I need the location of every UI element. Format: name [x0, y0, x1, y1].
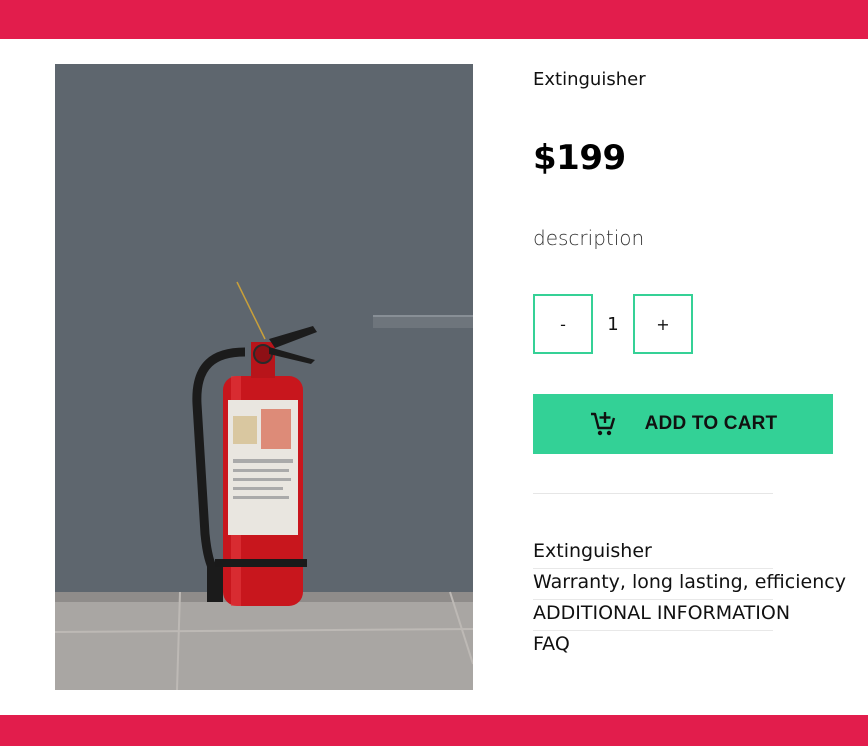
divider: [533, 493, 773, 494]
meta-item-features: Warranty, long lasting, efficiency: [533, 569, 846, 600]
add-to-cart-button[interactable]: ADD TO CART: [533, 394, 833, 454]
cart-plus-icon: [589, 410, 617, 438]
product-description: description: [533, 226, 645, 250]
meta-item-faq[interactable]: FAQ: [533, 631, 773, 662]
quantity-decrease-button[interactable]: -: [533, 294, 593, 354]
add-to-cart-label: ADD TO CART: [644, 413, 778, 434]
footer-bar: [0, 715, 868, 746]
product-title: Extinguisher: [533, 69, 646, 90]
meta-item-additional-information[interactable]: ADDITIONAL INFORMATION: [533, 600, 790, 631]
product-price: $199: [533, 138, 626, 178]
meta-item-category: Extinguisher: [533, 538, 773, 569]
product-meta-list: Extinguisher Warranty, long lasting, eff…: [533, 538, 846, 662]
product-image: [55, 64, 473, 690]
quantity-increase-button[interactable]: +: [633, 294, 693, 354]
quantity-value: 1: [607, 313, 619, 335]
header-bar: [0, 0, 868, 39]
